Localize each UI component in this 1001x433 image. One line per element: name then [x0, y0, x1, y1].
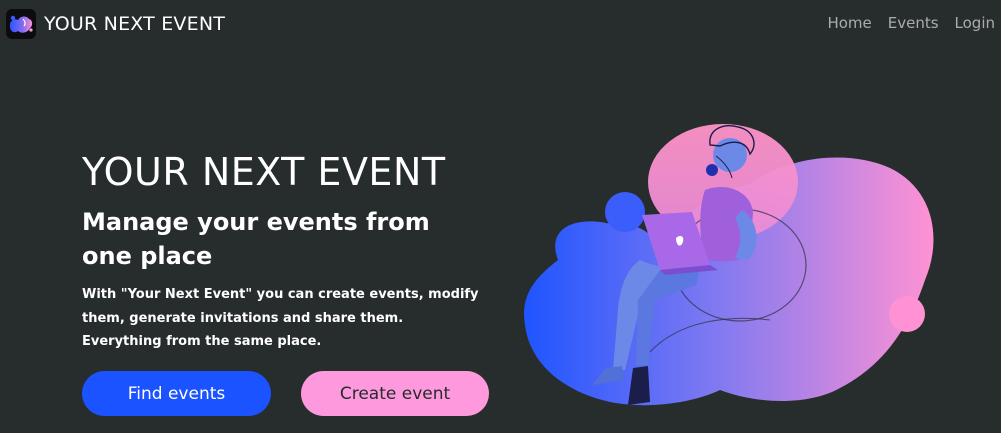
brand-link[interactable]: YOUR NEXT EVENT [6, 8, 225, 40]
navbar: YOUR NEXT EVENT Home Events Login [0, 0, 1001, 46]
hero-text: YOUR NEXT EVENT Manage your events from … [82, 148, 502, 354]
hero-subtitle: Manage your events from one place [82, 208, 430, 270]
brand-name: YOUR NEXT EVENT [44, 13, 226, 35]
blob-logo-icon [6, 9, 36, 39]
find-events-button[interactable]: Find events [82, 371, 271, 416]
hero-description: With "Your Next Event" you can create ev… [82, 287, 479, 349]
nav-link-login[interactable]: Login [955, 14, 995, 32]
hero-title: YOUR NEXT EVENT [82, 150, 446, 194]
create-event-button[interactable]: Create event [301, 371, 489, 416]
nav-links: Home Events Login [811, 14, 995, 32]
nav-link-events[interactable]: Events [888, 14, 939, 32]
person-with-laptop-illustration [510, 120, 950, 420]
nav-link-home[interactable]: Home [827, 14, 871, 32]
page: YOUR NEXT EVENT Home Events Login YOUR N… [0, 0, 1001, 433]
